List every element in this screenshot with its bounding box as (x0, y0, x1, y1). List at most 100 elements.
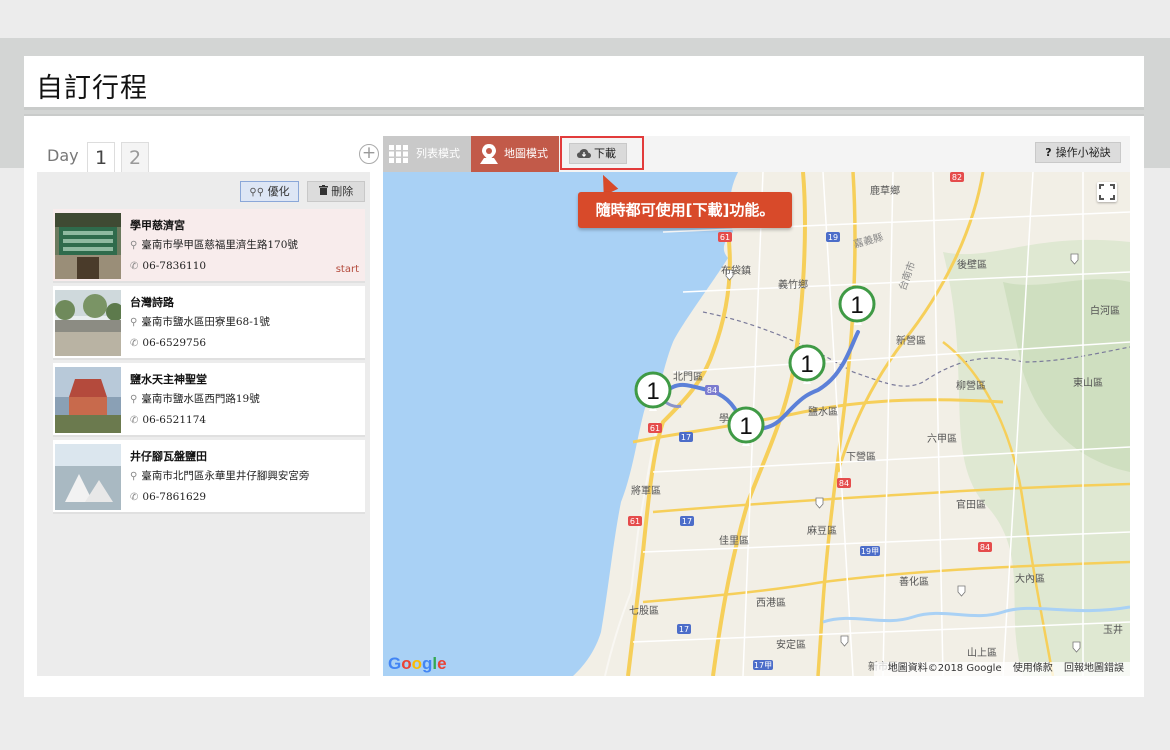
map-label: 鹿草鄉 (870, 186, 900, 197)
list-item[interactable]: 台灣詩路 ⚲ 臺南市鹽水區田寮里68-1號 ✆ 06-6529756 (53, 286, 365, 360)
add-day-button[interactable]: + (359, 144, 379, 164)
map-label: 安定區 (776, 640, 806, 651)
place-name: 井仔腳瓦盤鹽田 (130, 450, 207, 463)
svg-text:17甲: 17甲 (754, 661, 772, 670)
grid-icon (389, 145, 408, 163)
map-pin-icon (480, 144, 498, 164)
svg-text:61: 61 (720, 233, 730, 242)
svg-text:1: 1 (739, 413, 752, 440)
map-mode-button[interactable]: 地圖模式 (471, 136, 559, 172)
map-label: 鹽水區 (808, 407, 838, 418)
start-label: start (335, 264, 359, 275)
place-phone: ✆ 06-6521174 (130, 414, 207, 426)
place-phone: ✆ 06-6529756 (130, 337, 207, 349)
map-label: 官田區 (956, 500, 986, 511)
map-pin-icon: ⚲ (130, 471, 138, 482)
place-photo (55, 213, 121, 279)
download-tooltip: 隨時都可使用[下載]功能。 (578, 192, 792, 228)
place-phone: ✆ 06-7836110 (130, 260, 207, 272)
question-icon: ? (1045, 146, 1052, 159)
itinerary-sidebar: Day 1 2 + ⚲⚲ 優化 刪除 學甲慈濟宮 ⚲ 臺南市學甲區慈福里濟生路1… (37, 136, 379, 676)
map-label: 山上區 (967, 648, 997, 659)
map-label: 大內區 (1015, 574, 1045, 585)
svg-text:19甲: 19甲 (861, 547, 879, 556)
help-tips-button[interactable]: ? 操作小祕訣 (1035, 142, 1121, 163)
svg-text:61: 61 (630, 517, 640, 526)
map-label: 麻豆區 (807, 526, 837, 537)
svg-text:17: 17 (681, 433, 691, 442)
page-title: 自訂行程 (36, 73, 148, 104)
map-label: 下營區 (846, 452, 876, 463)
place-photo (55, 290, 121, 356)
download-button[interactable]: 下載 (569, 143, 627, 164)
list-mode-button[interactable]: 列表模式 (383, 136, 471, 172)
map-label: 新營區 (896, 336, 926, 347)
map-attribution: 地圖資料©2018 Google 使用條款 回報地圖錯誤 (873, 662, 1130, 676)
svg-text:84: 84 (707, 386, 717, 395)
place-name: 鹽水天主神聖堂 (130, 373, 207, 386)
map-label: 義竹鄉 (778, 280, 808, 291)
map-toolbar: 列表模式 地圖模式 下載 ? 操作小祕訣 (383, 136, 1130, 172)
day-tabs: Day 1 2 + (37, 136, 379, 172)
svg-text:1: 1 (646, 378, 659, 405)
map-label: 學 (719, 414, 729, 425)
optimize-button[interactable]: ⚲⚲ 優化 (240, 181, 299, 202)
map-data-credit: 地圖資料©2018 Google (887, 663, 1002, 674)
map-label: 布袋鎮 (721, 266, 751, 277)
map-label: 佳里區 (719, 536, 749, 547)
svg-text:1: 1 (850, 292, 863, 319)
place-name: 台灣詩路 (130, 296, 174, 309)
list-item[interactable]: 井仔腳瓦盤鹽田 ⚲ 臺南市北門區永華里井仔腳興安宮旁 ✆ 06-7861629 (53, 440, 365, 514)
background-top (0, 0, 1170, 38)
place-name: 學甲慈濟宮 (130, 219, 185, 232)
map-label: 七股區 (629, 606, 659, 617)
road-shield-82: 82 (952, 173, 962, 182)
map-mode-label: 地圖模式 (504, 147, 548, 160)
title-panel: 自訂行程 (24, 56, 1144, 110)
place-address: ⚲ 臺南市學甲區慈福里濟生路170號 (130, 239, 298, 251)
day-label: Day (47, 146, 79, 165)
map-label: 後壁區 (957, 260, 987, 271)
map-pin-icon: ⚲ (130, 240, 138, 251)
map-label: 玉井 (1103, 625, 1123, 636)
svg-text:17: 17 (682, 517, 692, 526)
place-photo (55, 444, 121, 510)
phone-icon: ✆ (130, 492, 139, 503)
map-label: 西港區 (756, 598, 786, 609)
map-label: 東山區 (1073, 378, 1103, 389)
map-label: 北門區 (673, 372, 703, 383)
place-address: ⚲ 臺南市鹽水區田寮里68-1號 (130, 316, 270, 328)
help-label: 操作小祕訣 (1055, 146, 1111, 159)
map-view[interactable]: 82 61 19 84 61 17 84 61 17 19甲 84 17 17甲 (383, 172, 1130, 676)
place-photo (55, 367, 121, 433)
tab-day-2[interactable]: 2 (121, 142, 149, 172)
phone-icon: ✆ (130, 338, 139, 349)
download-label: 下載 (594, 147, 616, 160)
svg-text:1: 1 (800, 351, 813, 378)
delete-label: 刪除 (331, 185, 354, 198)
svg-text:61: 61 (650, 424, 660, 433)
report-error-link[interactable]: 回報地圖錯誤 (1064, 663, 1124, 674)
map-pin-icon: ⚲ (130, 394, 138, 405)
trash-icon (318, 185, 332, 198)
delete-button[interactable]: 刪除 (307, 181, 365, 202)
list-mode-label: 列表模式 (416, 147, 460, 160)
svg-text:84: 84 (839, 479, 849, 488)
optimize-label: 優化 (267, 185, 290, 198)
cloud-download-icon (577, 149, 591, 158)
place-address: ⚲ 臺南市鹽水區西門路19號 (130, 393, 260, 405)
fullscreen-icon[interactable] (1097, 182, 1117, 202)
place-phone: ✆ 06-7861629 (130, 491, 207, 503)
phone-icon: ✆ (130, 415, 139, 426)
svg-text:17: 17 (679, 625, 689, 634)
list-item[interactable]: 學甲慈濟宮 ⚲ 臺南市學甲區慈福里濟生路170號 ✆ 06-7836110 star… (53, 209, 365, 283)
terms-link[interactable]: 使用條款 (1013, 663, 1053, 674)
map-label: 善化區 (899, 577, 929, 588)
list-item[interactable]: 鹽水天主神聖堂 ⚲ 臺南市鹽水區西門路19號 ✆ 06-6521174 (53, 363, 365, 437)
map-label: 將軍區 (631, 486, 661, 497)
place-address: ⚲ 臺南市北門區永華里井仔腳興安宮旁 (130, 470, 310, 482)
tab-day-1[interactable]: 1 (87, 142, 115, 172)
phone-icon: ✆ (130, 261, 139, 272)
svg-text:84: 84 (980, 543, 990, 552)
map-label: 柳營區 (956, 381, 986, 392)
